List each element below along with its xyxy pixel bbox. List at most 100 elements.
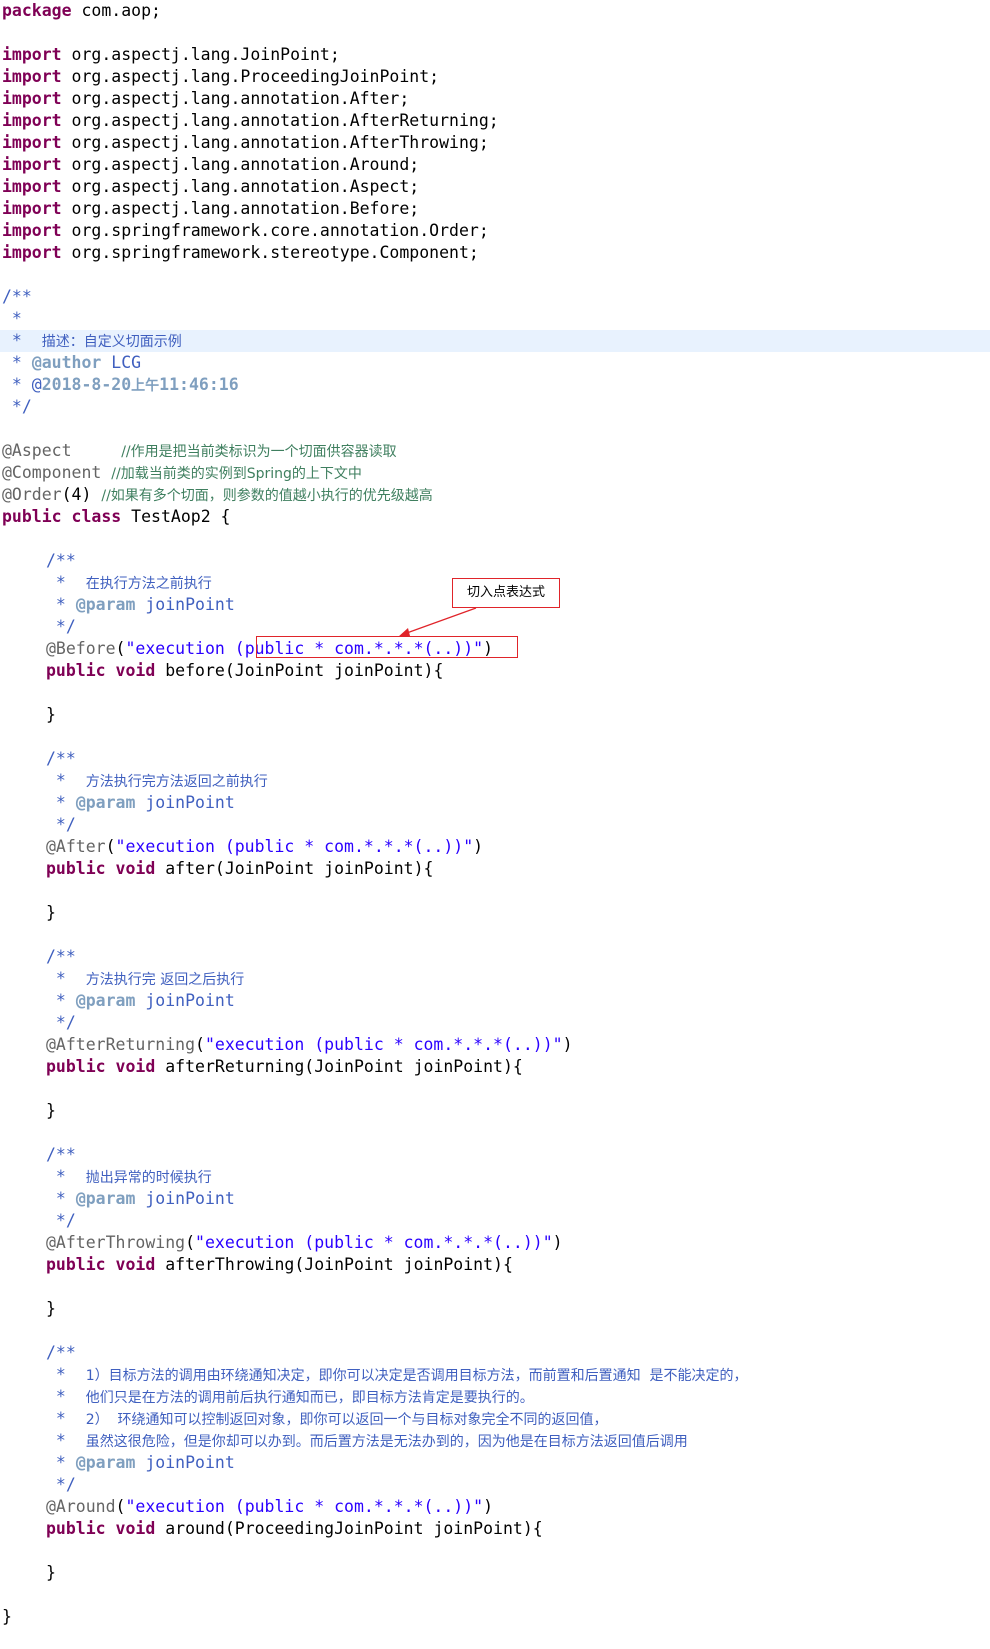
code-token: @After [46, 837, 106, 856]
code-line[interactable] [0, 528, 990, 550]
code-line[interactable] [0, 1078, 990, 1100]
code-line[interactable] [0, 880, 990, 902]
code-line[interactable] [0, 1276, 990, 1298]
code-line[interactable] [0, 924, 990, 946]
code-line[interactable]: import org.springframework.stereotype.Co… [0, 242, 990, 264]
code-line[interactable] [0, 726, 990, 748]
code-line[interactable]: import org.aspectj.lang.annotation.Aroun… [0, 154, 990, 176]
code-line[interactable]: import org.aspectj.lang.annotation.Aspec… [0, 176, 990, 198]
code-token: void [115, 1519, 156, 1538]
code-line[interactable]: /** [0, 946, 990, 968]
code-token: 方法执行完方法返回之前执行 [85, 774, 268, 790]
code-token: import [2, 133, 62, 152]
code-line[interactable]: @Order(4) //如果有多个切面，则参数的值越小执行的优先级越高 [0, 484, 990, 506]
code-token: * [46, 1431, 86, 1450]
code-line[interactable]: * @author LCG [0, 352, 990, 374]
code-token: ) [483, 639, 494, 658]
code-line[interactable] [0, 682, 990, 704]
code-line[interactable]: * 描述：自定义切面示例 [0, 330, 990, 352]
code-token: */ [2, 397, 32, 416]
code-token: com.aop; [71, 1, 161, 20]
code-line[interactable]: } [0, 1606, 990, 1628]
code-token: LCG [101, 353, 142, 372]
code-token: } [46, 903, 56, 922]
code-line[interactable]: * 他们只是在方法的调用前后执行通知而已，即目标方法肯定是要执行的。 [0, 1386, 990, 1408]
code-token: package [2, 1, 72, 20]
code-line[interactable]: public class TestAop2 { [0, 506, 990, 528]
code-token: joinPoint [135, 1453, 235, 1472]
code-line[interactable]: package com.aop; [0, 0, 990, 22]
code-line[interactable] [0, 1320, 990, 1342]
code-line[interactable]: * @param joinPoint [0, 1452, 990, 1474]
code-token: afterThrowing(JoinPoint joinPoint){ [155, 1255, 513, 1274]
code-line[interactable]: */ [0, 396, 990, 418]
code-line[interactable]: } [0, 704, 990, 726]
code-line[interactable]: * 方法执行完方法返回之前执行 [0, 770, 990, 792]
code-line[interactable]: @AfterReturning("execution (public * com… [0, 1034, 990, 1056]
code-line[interactable]: * @2018-8-20上午11:46:16 [0, 374, 990, 396]
code-token: import [2, 199, 62, 218]
code-token: "execution (public * com.*.*.*(..))" [195, 1233, 553, 1252]
code-line[interactable]: */ [0, 1474, 990, 1496]
code-line[interactable]: * @param joinPoint [0, 792, 990, 814]
code-token: */ [46, 815, 76, 834]
code-line[interactable]: @After("execution (public * com.*.*.*(..… [0, 836, 990, 858]
code-line[interactable]: /** [0, 550, 990, 572]
code-token: org.aspectj.lang.JoinPoint; [61, 45, 340, 64]
code-line[interactable]: public void around(ProceedingJoinPoint j… [0, 1518, 990, 1540]
code-line[interactable]: */ [0, 814, 990, 836]
code-line[interactable]: @Before("execution (public * com.*.*.*(.… [0, 638, 990, 660]
code-line[interactable]: import org.aspectj.lang.annotation.After… [0, 132, 990, 154]
code-token: "execution (public * com.*.*.*(..))" [125, 639, 484, 658]
code-line[interactable]: */ [0, 1012, 990, 1034]
code-line[interactable]: /** [0, 748, 990, 770]
code-line[interactable] [0, 1122, 990, 1144]
code-line[interactable]: public void afterReturning(JoinPoint joi… [0, 1056, 990, 1078]
code-line[interactable]: * @param joinPoint [0, 1188, 990, 1210]
code-line[interactable] [0, 264, 990, 286]
code-line[interactable]: * [0, 308, 990, 330]
code-token: //作用是把当前类标识为一个切面供容器读取 [121, 444, 397, 460]
code-token: * [46, 991, 76, 1010]
code-line[interactable]: import org.aspectj.lang.annotation.After… [0, 110, 990, 132]
code-line[interactable]: import org.aspectj.lang.annotation.After… [0, 88, 990, 110]
code-line[interactable]: } [0, 902, 990, 924]
code-line[interactable]: * 1）目标方法的调用由环绕通知决定，即你可以决定是否调用目标方法，而前置和后置… [0, 1364, 990, 1386]
code-line[interactable] [0, 1584, 990, 1606]
code-token: 他们只是在方法的调用前后执行通知而已，即目标方法肯定是要执行的。 [85, 1390, 534, 1406]
code-line[interactable]: @Component //加载当前类的实例到Spring的上下文中 [0, 462, 990, 484]
code-line[interactable]: @AfterThrowing("execution (public * com.… [0, 1232, 990, 1254]
code-token: import [2, 221, 62, 240]
code-line[interactable] [0, 1540, 990, 1562]
code-line[interactable]: @Around("execution (public * com.*.*.*(.… [0, 1496, 990, 1518]
code-line[interactable]: */ [0, 1210, 990, 1232]
code-editor[interactable]: package com.aop; import org.aspectj.lang.… [0, 0, 990, 1649]
code-token: } [46, 705, 56, 724]
code-line[interactable] [0, 418, 990, 440]
code-line[interactable]: @Aspect //作用是把当前类标识为一个切面供容器读取 [0, 440, 990, 462]
code-line[interactable]: */ [0, 616, 990, 638]
code-line[interactable]: * 抛出异常的时候执行 [0, 1166, 990, 1188]
code-line[interactable]: * 方法执行完 返回之后执行 [0, 968, 990, 990]
code-line[interactable]: } [0, 1562, 990, 1584]
code-line[interactable]: import org.springframework.core.annotati… [0, 220, 990, 242]
code-line[interactable]: import org.aspectj.lang.ProceedingJoinPo… [0, 66, 990, 88]
code-token: */ [46, 1475, 76, 1494]
code-line[interactable] [0, 22, 990, 44]
code-line[interactable]: /** [0, 286, 990, 308]
code-line[interactable]: public void afterThrowing(JoinPoint join… [0, 1254, 990, 1276]
code-line[interactable]: import org.aspectj.lang.annotation.Befor… [0, 198, 990, 220]
code-line[interactable]: } [0, 1298, 990, 1320]
code-line[interactable]: } [0, 1100, 990, 1122]
code-line[interactable]: import org.aspectj.lang.JoinPoint; [0, 44, 990, 66]
code-line[interactable]: public void after(JoinPoint joinPoint){ [0, 858, 990, 880]
code-line[interactable]: * 虽然这很危险，但是你却可以办到。而后置方法是无法办到的，因为他是在目标方法返… [0, 1430, 990, 1452]
code-token: } [46, 1563, 56, 1582]
code-line[interactable]: /** [0, 1342, 990, 1364]
code-line[interactable]: public void before(JoinPoint joinPoint){ [0, 660, 990, 682]
code-token: public [46, 1057, 106, 1076]
code-line[interactable]: /** [0, 1144, 990, 1166]
code-line[interactable]: * @param joinPoint [0, 990, 990, 1012]
code-line[interactable]: * 2） 环绕通知可以控制返回对象，即你可以返回一个与目标对象完全不同的返回值， [0, 1408, 990, 1430]
